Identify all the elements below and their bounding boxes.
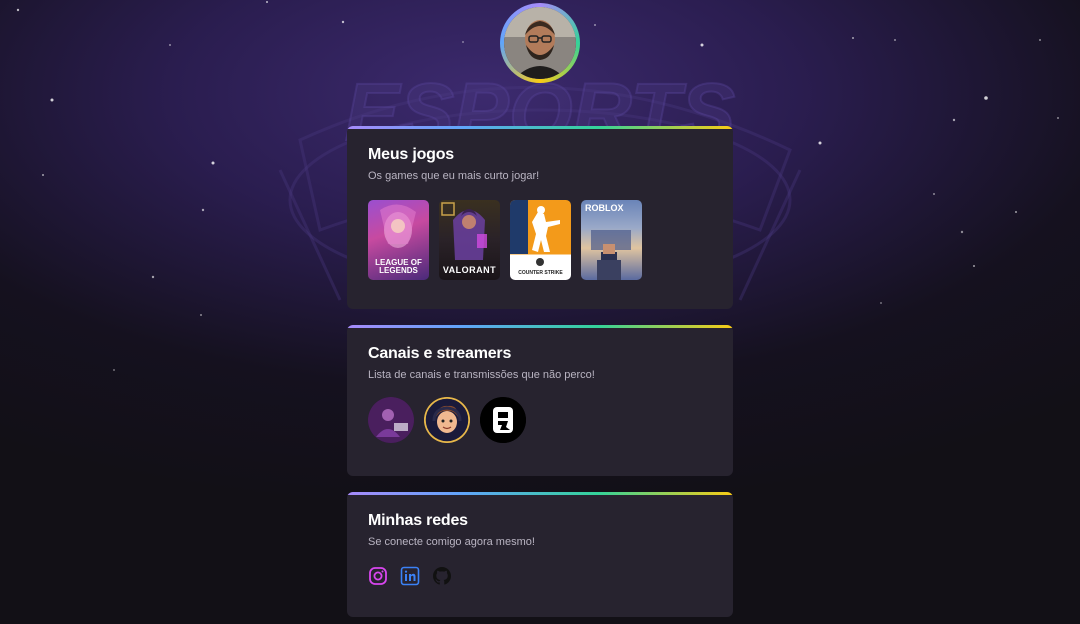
streamers-list bbox=[368, 397, 712, 443]
streamer-avatar-2-icon bbox=[424, 397, 470, 443]
linkedin-link[interactable] bbox=[400, 566, 420, 586]
profile-avatar[interactable] bbox=[500, 3, 580, 83]
game-label: LEAGUE OF LEGENDS bbox=[375, 258, 422, 275]
game-label: ROBLOX bbox=[585, 203, 624, 213]
counter-strike-cover bbox=[510, 200, 560, 266]
channels-card: Canais e streamers Lista de canais e tra… bbox=[347, 325, 733, 476]
streamer-avatar-1[interactable] bbox=[368, 397, 414, 443]
channels-title: Canais e streamers bbox=[368, 345, 512, 362]
networks-title: Minhas redes bbox=[368, 512, 468, 529]
github-icon bbox=[433, 567, 451, 585]
game-roblox[interactable]: ROBLOX bbox=[581, 200, 642, 280]
linkedin-icon bbox=[400, 566, 420, 586]
game-valorant[interactable]: VALORANT bbox=[439, 200, 500, 280]
person-photo-icon bbox=[504, 7, 576, 79]
networks-subtitle: Se conecte comigo agora mesmo! bbox=[368, 536, 535, 548]
game-league-of-legends[interactable]: LEAGUE OF LEGENDS bbox=[368, 200, 429, 280]
instagram-icon bbox=[369, 567, 387, 585]
social-links bbox=[368, 566, 712, 586]
game-counter-strike[interactable]: COUNTER STRIKE bbox=[510, 200, 571, 280]
streamer-avatar-3[interactable] bbox=[480, 397, 526, 443]
networks-card: Minhas redes Se conecte comigo agora mes… bbox=[347, 492, 733, 617]
games-title: Meus jogos bbox=[368, 146, 455, 163]
game-label: COUNTER STRIKE bbox=[518, 270, 563, 276]
channels-subtitle: Lista de canais e transmissões que não p… bbox=[368, 369, 595, 381]
github-link[interactable] bbox=[432, 566, 452, 586]
page: Meus jogos Os games que eu mais curto jo… bbox=[0, 0, 1080, 624]
instagram-link[interactable] bbox=[368, 566, 388, 586]
streamer-avatar-3-icon bbox=[480, 397, 526, 443]
games-list: LEAGUE OF LEGENDS VALORANT COUNTER STRIK… bbox=[368, 200, 712, 280]
profile-photo bbox=[504, 7, 576, 79]
streamer-avatar-1-icon bbox=[368, 397, 414, 443]
game-label: VALORANT bbox=[442, 265, 497, 275]
streamer-avatar-2[interactable] bbox=[424, 397, 470, 443]
games-subtitle: Os games que eu mais curto jogar! bbox=[368, 170, 540, 182]
games-card: Meus jogos Os games que eu mais curto jo… bbox=[347, 126, 733, 309]
